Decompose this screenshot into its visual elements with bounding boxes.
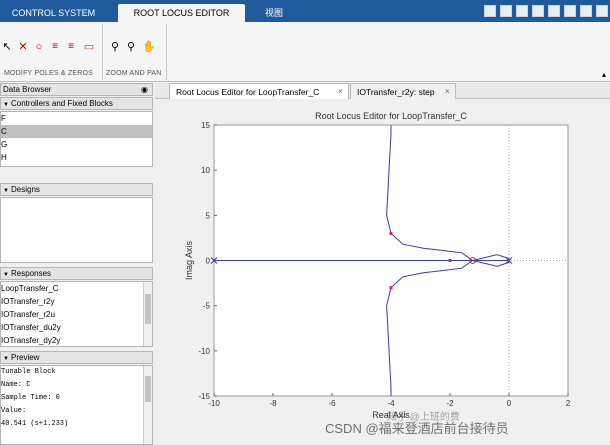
add-pole-icon[interactable]: ✕ xyxy=(16,40,30,54)
close-icon[interactable]: × xyxy=(338,84,343,100)
collapse-ribbon-icon[interactable]: ▴ xyxy=(602,70,606,79)
responses-list: LoopTransfer_C IOTransfer_r2y IOTransfer… xyxy=(0,281,153,347)
editor-tabbar: Root Locus Editor for LoopTransfer_C × I… xyxy=(155,83,610,99)
designs-title: Designs xyxy=(11,185,40,194)
x-tick-label: -4 xyxy=(387,399,395,408)
preview-title: Preview xyxy=(11,353,40,362)
closed-loop-pole xyxy=(389,231,393,235)
list-item[interactable]: G xyxy=(1,138,152,151)
add-complex-pole-icon[interactable]: ≡ xyxy=(48,40,62,54)
responses-scrollbar[interactable] xyxy=(143,282,152,346)
tab-root-locus-editor-doc[interactable]: Root Locus Editor for LoopTransfer_C × xyxy=(169,83,349,99)
ribbon-tabbar: CONTROL SYSTEM ROOT LOCUS EDITOR 视图 xyxy=(0,0,610,22)
y-tick-label: -15 xyxy=(198,392,210,401)
list-item[interactable]: F xyxy=(1,112,152,125)
app-window: CONTROL SYSTEM ROOT LOCUS EDITOR 视图 ↖ ✕ … xyxy=(0,0,610,445)
eraser-icon[interactable]: ▭ xyxy=(82,40,96,54)
designs-header[interactable]: ▼ Designs xyxy=(0,183,153,196)
collapse-triangle-icon: ▼ xyxy=(3,272,9,278)
expand-icon[interactable] xyxy=(596,5,608,17)
list-item[interactable]: IOTransfer_dy2y xyxy=(1,334,152,346)
add-complex-zero-icon[interactable]: ≡ xyxy=(64,40,78,54)
collapse-triangle-icon: ▼ xyxy=(3,102,9,108)
y-tick-label: 5 xyxy=(206,211,211,220)
group-divider xyxy=(102,24,103,80)
closed-loop-pole xyxy=(389,286,393,290)
list-item[interactable]: IOTransfer_du2y xyxy=(1,321,152,334)
redo-icon[interactable] xyxy=(532,5,544,17)
chart-title: Root Locus Editor for LoopTransfer_C xyxy=(315,111,467,121)
list-item[interactable]: LoopTransfer_C xyxy=(1,282,152,295)
scrollbar-thumb[interactable] xyxy=(145,294,151,324)
group-divider xyxy=(166,24,167,80)
x-tick-label: -8 xyxy=(269,399,277,408)
list-item[interactable]: H xyxy=(1,151,152,164)
group-label-modify: MODIFY POLES & ZEROS xyxy=(4,70,94,77)
x-tick-label: 2 xyxy=(566,399,571,408)
controllers-header[interactable]: ▼ Controllers and Fixed Blocks xyxy=(0,97,153,110)
preview-line: Sample Time: 0 xyxy=(1,394,60,402)
preview-scrollbar[interactable] xyxy=(143,366,152,444)
preview-line: Name: C xyxy=(1,381,31,389)
responses-header[interactable]: ▼ Responses xyxy=(0,267,153,280)
designs-list xyxy=(0,197,153,263)
quick-access-icon[interactable] xyxy=(564,5,576,17)
y-tick-label: -10 xyxy=(198,347,210,356)
add-zero-icon[interactable]: ○ xyxy=(32,40,46,54)
plot-area: Root Locus Editor for LoopTransfer_C Rea… xyxy=(155,100,610,445)
y-tick-label: 10 xyxy=(201,166,210,175)
select-arrow-icon[interactable]: ↖ xyxy=(0,40,14,54)
y-tick-label: -5 xyxy=(203,302,211,311)
data-browser: Data Browser ◉ ▼ Controllers and Fixed Bl… xyxy=(0,83,153,445)
help-icon[interactable] xyxy=(580,5,592,17)
group-label-zoom: ZOOM AND PAN xyxy=(106,70,162,77)
tab-label: Root Locus Editor for LoopTransfer_C xyxy=(176,87,320,97)
controllers-title: Controllers and Fixed Blocks xyxy=(11,99,113,108)
tab-label: IOTransfer_r2y: step xyxy=(357,87,435,97)
tab-control-system[interactable]: CONTROL SYSTEM xyxy=(0,4,107,22)
list-item[interactable]: IOTransfer_r2y xyxy=(1,295,152,308)
quick-access-icon[interactable] xyxy=(484,5,496,17)
y-tick-label: 15 xyxy=(201,121,210,130)
x-tick-label: -2 xyxy=(446,399,454,408)
preview-line: 40.541 (s+1.233) xyxy=(1,420,69,428)
zoom-in-icon[interactable]: ⚲ xyxy=(108,40,122,54)
collapse-triangle-icon: ▼ xyxy=(3,356,9,362)
data-browser-header: Data Browser ◉ xyxy=(0,83,153,96)
y-tick-label: 0 xyxy=(206,257,211,266)
preview-line: Value: xyxy=(1,407,27,415)
undo-icon[interactable] xyxy=(516,5,528,17)
scrollbar-thumb[interactable] xyxy=(145,376,151,402)
tab-root-locus-editor[interactable]: ROOT LOCUS EDITOR xyxy=(118,4,245,22)
close-icon[interactable]: × xyxy=(445,84,450,100)
closed-loop-pole xyxy=(448,259,452,262)
list-item[interactable]: IOTransfer_r2u xyxy=(1,308,152,321)
list-item[interactable]: C xyxy=(1,125,152,138)
preview-box: Tunable Block Name: C Sample Time: 0 Val… xyxy=(0,365,153,445)
controllers-list: F C G H xyxy=(0,111,153,167)
y-axis-label: Imag Axis xyxy=(184,240,194,280)
x-tick-label: -6 xyxy=(328,399,336,408)
quick-access-icon[interactable] xyxy=(500,5,512,17)
data-browser-title: Data Browser xyxy=(3,85,52,94)
zoom-out-icon[interactable]: ⚲ xyxy=(124,40,138,54)
root-locus-plot[interactable]: Root Locus Editor for LoopTransfer_C Rea… xyxy=(155,100,610,445)
responses-title: Responses xyxy=(11,269,52,278)
tab-view[interactable]: 视图 xyxy=(254,4,294,22)
collapse-triangle-icon: ▼ xyxy=(3,188,9,194)
preview-header[interactable]: ▼ Preview xyxy=(0,351,153,364)
options-icon[interactable]: ◉ xyxy=(141,84,148,95)
x-tick-label: -10 xyxy=(208,399,220,408)
quick-access-icon[interactable] xyxy=(548,5,560,17)
pan-hand-icon[interactable]: ✋ xyxy=(142,40,156,54)
preview-line: Tunable Block xyxy=(1,368,56,376)
x-tick-label: 0 xyxy=(507,399,512,408)
ribbon: ↖ ✕ ○ ≡ ≡ ▭ MODIFY POLES & ZEROS ⚲ ⚲ ✋ Z… xyxy=(0,22,610,82)
watermark-csdn: CSDN @福来登酒店前台接待员 xyxy=(325,421,509,436)
tab-iotransfer-step[interactable]: IOTransfer_r2y: step × xyxy=(350,83,456,99)
